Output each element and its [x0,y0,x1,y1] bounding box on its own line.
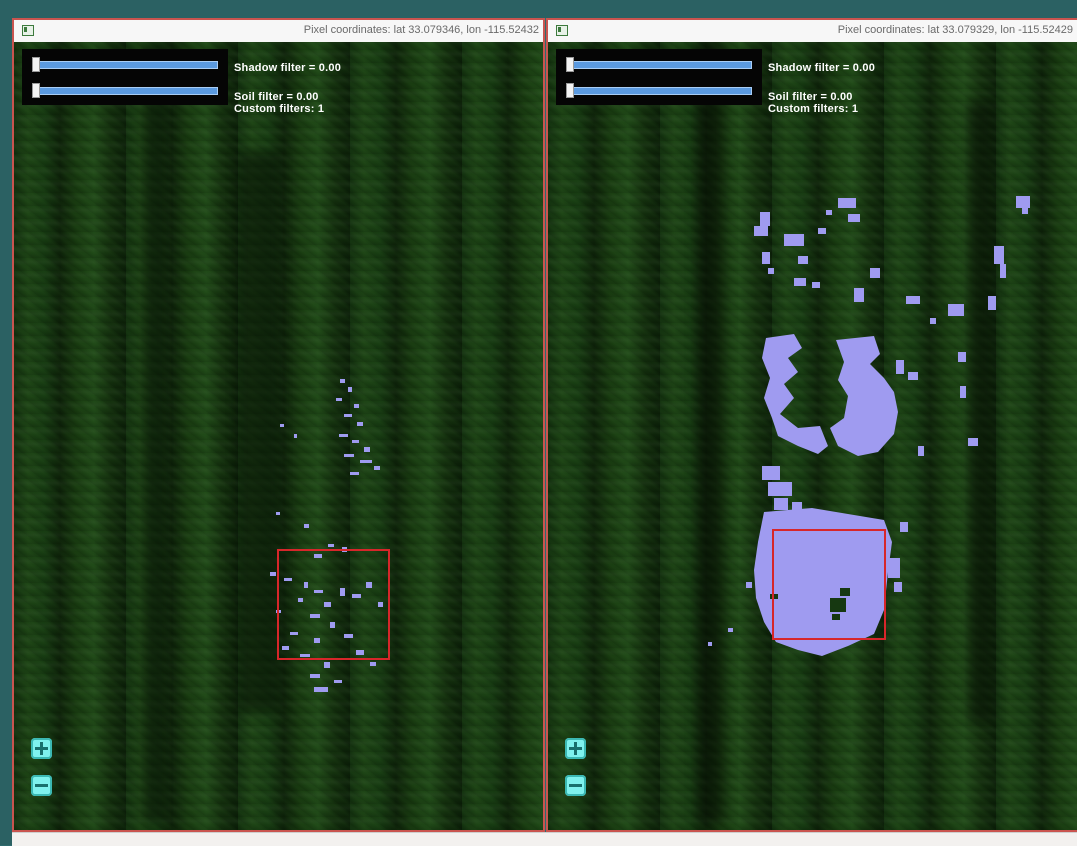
soil-filter-label: Soil filter = 0.00 [768,91,853,103]
slider-handle[interactable] [566,57,574,72]
pixel-coordinates-readout: Pixel coordinates: lat 33.079329, lon -1… [837,24,1073,36]
slider-track [32,61,218,69]
shadow-filter-label: Shadow filter = 0.00 [768,62,876,74]
vegetation-mask-overlay [270,379,383,692]
zoom-in-button[interactable] [565,738,586,759]
shadow-filter-label: Shadow filter = 0.00 [234,62,342,74]
zoom-out-button[interactable] [31,775,52,796]
filter-slider-panel [22,49,228,105]
pixel-coordinates-readout: Pixel coordinates: lat 33.079346, lon -1… [303,24,539,36]
window-bottom-edge [12,832,1077,846]
field-image-canvas[interactable]: Shadow filter = 0.00 Soil filter = 0.00 … [14,42,543,830]
zoom-out-button[interactable] [565,775,586,796]
desktop-background-left [0,0,12,845]
viewer-titlebar: Pixel coordinates: lat 33.079329, lon -1… [548,20,1077,43]
zoom-in-button[interactable] [31,738,52,759]
slider-track [32,87,218,95]
custom-filters-label: Custom filters: 1 [768,103,859,115]
slider-track [566,61,752,69]
vegetation-mask-overlay [708,196,1030,656]
field-image-canvas[interactable]: Shadow filter = 0.00 Soil filter = 0.00 … [548,42,1077,830]
image-viewer-left: Pixel coordinates: lat 33.079346, lon -1… [12,18,545,832]
region-of-interest-box[interactable] [772,529,886,640]
slider-handle[interactable] [32,57,40,72]
shadow-filter-slider[interactable] [32,57,218,72]
viewer-titlebar: Pixel coordinates: lat 33.079346, lon -1… [14,20,543,43]
image-viewer-right: Pixel coordinates: lat 33.079329, lon -1… [546,18,1077,832]
slider-handle[interactable] [32,83,40,98]
window-icon [556,25,568,36]
slider-track [566,87,752,95]
soil-filter-label: Soil filter = 0.00 [234,91,319,103]
custom-filters-label: Custom filters: 1 [234,103,325,115]
slider-handle[interactable] [566,83,574,98]
shadow-filter-slider[interactable] [566,57,752,72]
soil-filter-slider[interactable] [566,83,752,98]
desktop-background-top [0,0,1077,18]
region-of-interest-box[interactable] [277,549,390,660]
filter-slider-panel [556,49,762,105]
window-icon [22,25,34,36]
soil-filter-slider[interactable] [32,83,218,98]
